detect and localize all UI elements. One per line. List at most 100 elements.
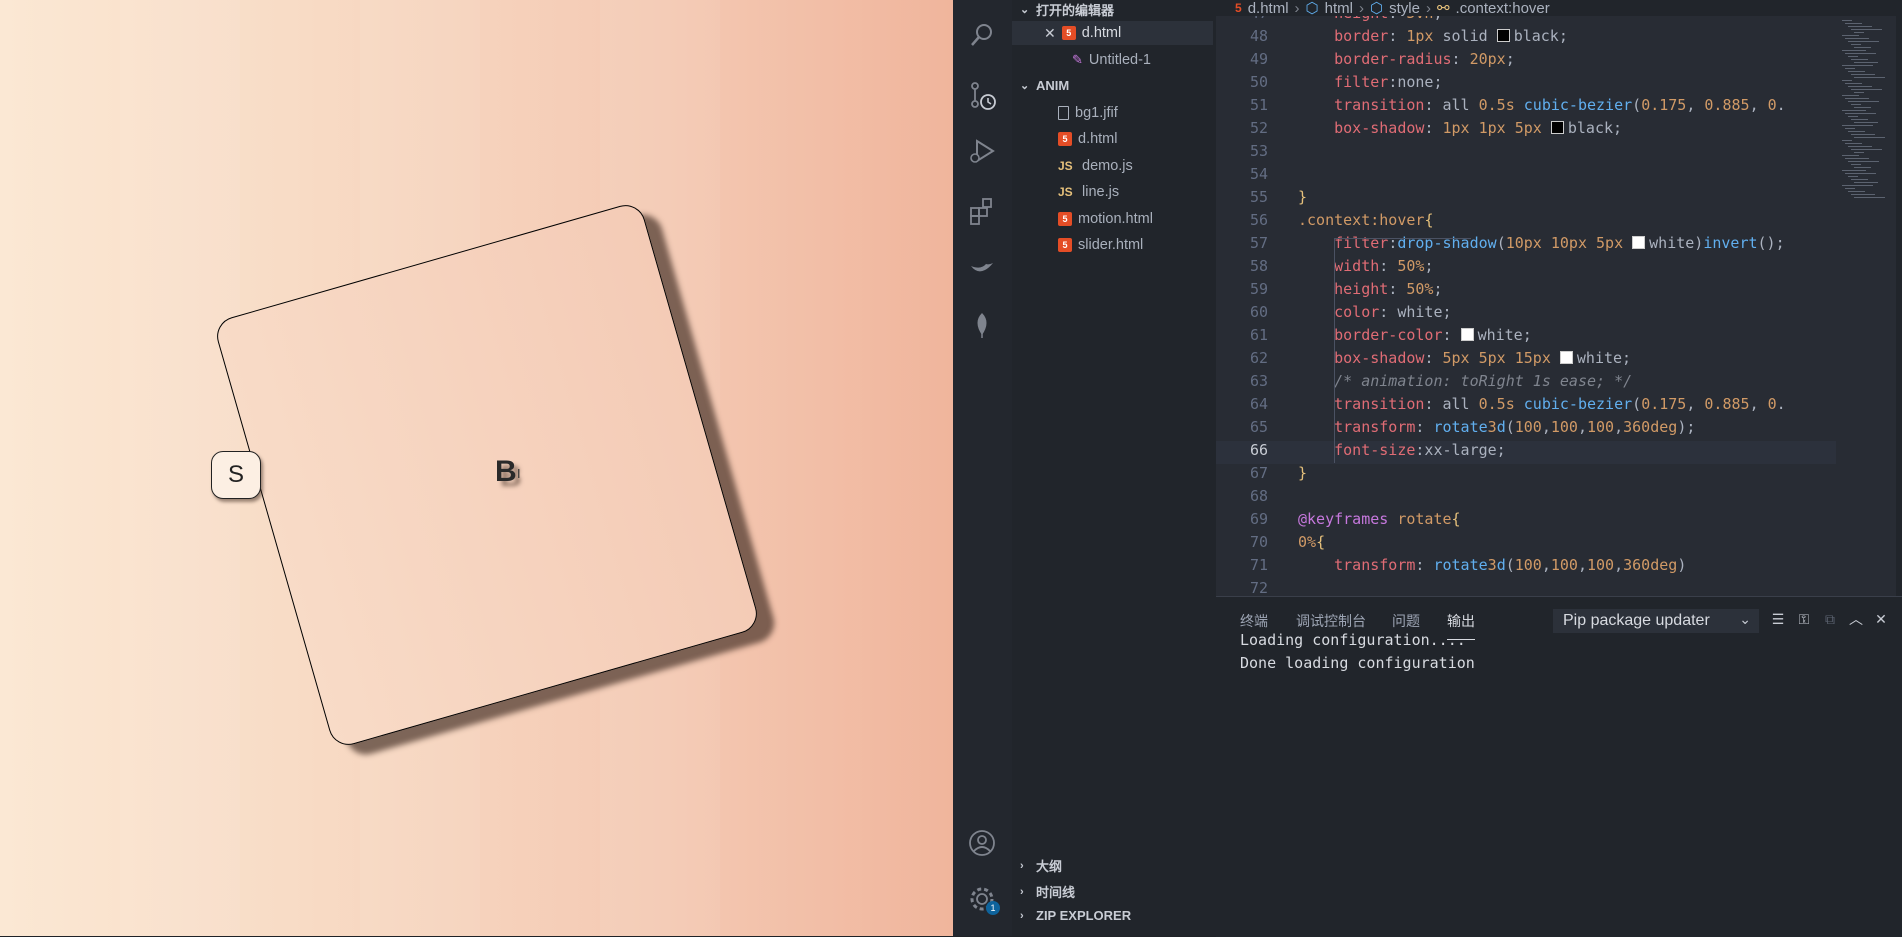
file-label: motion.html bbox=[1078, 211, 1153, 227]
minimap-line bbox=[1848, 71, 1865, 72]
code-line[interactable]: 53 bbox=[1216, 142, 1836, 165]
browser-preview: B I S bbox=[0, 0, 953, 936]
code-line[interactable]: 66 font-size:xx-large; bbox=[1216, 441, 1836, 464]
file-slider-html[interactable]: 5 slider.html bbox=[1058, 233, 1143, 257]
code-line[interactable]: 72 bbox=[1216, 579, 1836, 596]
code-line[interactable]: 67} bbox=[1216, 464, 1836, 487]
code-line[interactable]: 50 filter:none; bbox=[1216, 73, 1836, 96]
run-debug-icon[interactable] bbox=[967, 136, 997, 166]
section-title: ANIM bbox=[1036, 78, 1070, 93]
breadcrumb-item[interactable]: .context:hover bbox=[1456, 0, 1550, 17]
code-line[interactable]: 60 color: white; bbox=[1216, 303, 1836, 326]
breadcrumb-item[interactable]: style bbox=[1389, 0, 1420, 17]
code-line[interactable]: 71 transform: rotate3d(100,100,100,360de… bbox=[1216, 556, 1836, 579]
minimap-line bbox=[1851, 29, 1882, 30]
minimap-line bbox=[1848, 26, 1872, 27]
maximize-panel-icon[interactable]: ︿ bbox=[1846, 609, 1866, 629]
minimap-line bbox=[1842, 95, 1859, 96]
minimap-line bbox=[1842, 110, 1866, 111]
close-panel-icon[interactable]: ✕ bbox=[1871, 609, 1891, 629]
lock-icon[interactable]: ⚿ bbox=[1794, 609, 1814, 629]
output-channel-select[interactable]: Pip package updater ⌄ bbox=[1553, 609, 1759, 633]
tab-problems[interactable]: 问题 bbox=[1392, 611, 1420, 631]
file-bg1-jfif[interactable]: bg1.jfif bbox=[1058, 101, 1118, 125]
code-line[interactable]: 70 0%{ bbox=[1216, 533, 1836, 556]
line-number: 68 bbox=[1249, 487, 1268, 505]
close-icon[interactable]: ✕ bbox=[1044, 25, 1056, 42]
open-editor-untitled[interactable]: ✎ Untitled-1 bbox=[1072, 48, 1151, 72]
code-line[interactable]: 69 @keyframes rotate{ bbox=[1216, 510, 1836, 533]
minimap-line bbox=[1854, 62, 1878, 63]
code-line[interactable]: 61 border-color: white; bbox=[1216, 326, 1836, 349]
indent-guide bbox=[1334, 238, 1471, 463]
zip-explorer-section[interactable]: › ZIP EXPLORER bbox=[1020, 908, 1131, 923]
breadcrumb-item[interactable]: html bbox=[1325, 0, 1353, 17]
file-line-js[interactable]: JS line.js bbox=[1058, 180, 1119, 204]
minimap-line bbox=[1854, 92, 1864, 93]
s-button[interactable]: S bbox=[211, 451, 261, 499]
file-demo-js[interactable]: JS demo.js bbox=[1058, 154, 1133, 178]
leaf-icon[interactable] bbox=[967, 310, 997, 340]
breadcrumb-item[interactable]: d.html bbox=[1248, 0, 1289, 17]
code-line[interactable]: 55} bbox=[1216, 188, 1836, 211]
file-label: Untitled-1 bbox=[1088, 52, 1151, 68]
line-number: 61 bbox=[1249, 326, 1268, 344]
code-line[interactable]: 52 box-shadow: 1px 1px 5px black; bbox=[1216, 119, 1836, 142]
element-icon: ⬡ bbox=[1305, 0, 1319, 17]
minimap-line bbox=[1842, 185, 1873, 186]
code-line[interactable]: 62 box-shadow: 5px 5px 15px white; bbox=[1216, 349, 1836, 372]
clear-output-icon[interactable]: ☰ bbox=[1768, 609, 1788, 629]
code-line[interactable]: 64 transition: all 0.5s cubic-bezier(0.1… bbox=[1216, 395, 1836, 418]
untitled-file-icon: ✎ bbox=[1072, 52, 1083, 67]
code-line[interactable]: 56 .context:hover{ bbox=[1216, 211, 1836, 234]
outline-section[interactable]: › 大纲 bbox=[1020, 856, 1062, 875]
minimap[interactable] bbox=[1836, 16, 1896, 596]
chevron-right-icon: › bbox=[1020, 885, 1024, 898]
search-icon[interactable] bbox=[967, 20, 997, 50]
code-text: transform: rotate3d(100,100,100,360deg) bbox=[1334, 556, 1687, 574]
code-line[interactable]: 58 width: 50%; bbox=[1216, 257, 1836, 280]
code-line[interactable]: 48 border: 1px solid black; bbox=[1216, 27, 1836, 50]
minimap-line bbox=[1851, 74, 1875, 75]
code-line[interactable]: 63 /* animation: toRight 1s ease; */ bbox=[1216, 372, 1836, 395]
code-line[interactable]: 49 border-radius: 20px; bbox=[1216, 50, 1836, 73]
code-line[interactable]: 51 transition: all 0.5s cubic-bezier(0.1… bbox=[1216, 96, 1836, 119]
code-line[interactable]: 57 filter:drop-shadow(10px 10px 5px whit… bbox=[1216, 234, 1836, 257]
minimap-line bbox=[1848, 191, 1865, 192]
line-number: 57 bbox=[1249, 234, 1268, 252]
code-line[interactable]: 54 bbox=[1216, 165, 1836, 188]
open-editor-d-html[interactable]: ✕ 5 d.html bbox=[1012, 21, 1213, 45]
html-file-icon: 5 bbox=[1058, 238, 1072, 252]
account-icon[interactable] bbox=[967, 828, 997, 858]
code-text: border-radius: 20px; bbox=[1334, 50, 1515, 68]
code-line[interactable]: 59 height: 50%; bbox=[1216, 280, 1836, 303]
code-line[interactable]: 68 bbox=[1216, 487, 1836, 510]
source-control-icon[interactable] bbox=[967, 80, 997, 110]
code-editor[interactable]: 47 height: 5vh;48 border: 1px solid blac… bbox=[1216, 16, 1836, 596]
minimap-line bbox=[1854, 47, 1871, 48]
file-motion-html[interactable]: 5 motion.html bbox=[1058, 207, 1153, 231]
output-line: Loading configuration.... bbox=[1240, 631, 1466, 649]
code-line[interactable]: 47 height: 5vh; bbox=[1216, 16, 1836, 27]
bird-icon[interactable] bbox=[967, 254, 997, 284]
open-editors-header[interactable]: ⌄ 打开的编辑器 bbox=[1020, 0, 1114, 19]
minimap-line bbox=[1842, 155, 1859, 156]
code-text: } bbox=[1298, 188, 1308, 206]
minimap-line bbox=[1845, 113, 1876, 114]
minimap-line bbox=[1845, 98, 1869, 99]
chevron-right-icon: › bbox=[1020, 859, 1024, 872]
minimap-line bbox=[1842, 170, 1866, 171]
file-label: d.html bbox=[1081, 25, 1122, 41]
folder-header[interactable]: ⌄ ANIM bbox=[1020, 78, 1069, 93]
timeline-section[interactable]: › 时间线 bbox=[1020, 882, 1075, 901]
extensions-icon[interactable] bbox=[967, 196, 997, 226]
minimap-line bbox=[1848, 86, 1872, 87]
file-d-html[interactable]: 5 d.html bbox=[1058, 127, 1118, 151]
code-text: } bbox=[1298, 464, 1308, 482]
line-number: 72 bbox=[1249, 579, 1268, 596]
code-line[interactable]: 65 transform: rotate3d(100,100,100,360de… bbox=[1216, 418, 1836, 441]
tab-terminal[interactable]: 终端 bbox=[1240, 611, 1268, 631]
tab-debug-console[interactable]: 调试控制台 bbox=[1296, 611, 1366, 631]
open-editor-icon[interactable]: ⧉ bbox=[1820, 609, 1840, 629]
minimap-line bbox=[1851, 134, 1875, 135]
